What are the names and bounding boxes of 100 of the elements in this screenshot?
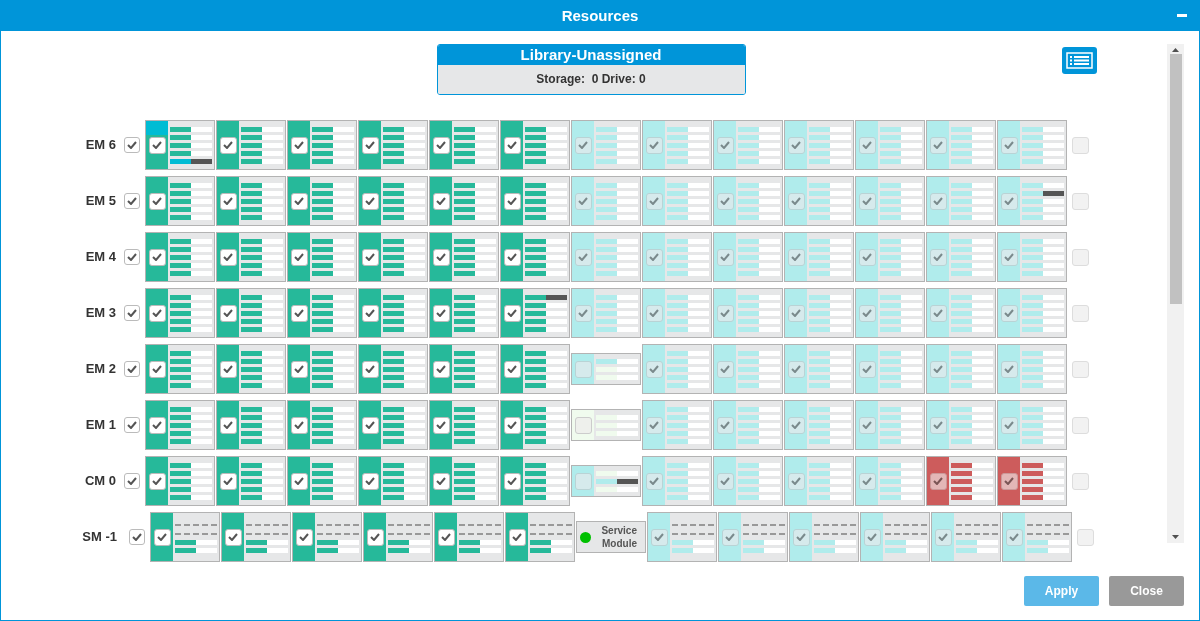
module-checkbox[interactable]	[787, 304, 805, 322]
row-checkbox[interactable]	[129, 529, 145, 545]
module-checkbox[interactable]	[721, 528, 739, 546]
module-checkbox[interactable]	[1000, 360, 1018, 378]
storage-module[interactable]	[571, 465, 641, 497]
module-checkbox[interactable]	[645, 248, 663, 266]
module-checkbox[interactable]	[503, 136, 521, 154]
service-module[interactable]: Service Module	[576, 521, 646, 553]
module-checkbox[interactable]	[929, 416, 947, 434]
module-checkbox[interactable]	[645, 304, 663, 322]
module-checkbox[interactable]	[366, 528, 384, 546]
row-checkbox[interactable]	[124, 473, 140, 489]
module-checkbox[interactable]	[787, 248, 805, 266]
module-checkbox[interactable]	[290, 248, 308, 266]
module-checkbox[interactable]	[432, 360, 450, 378]
module-checkbox[interactable]	[645, 136, 663, 154]
row-end-checkbox[interactable]	[1072, 192, 1089, 210]
scrollbar[interactable]	[1167, 44, 1184, 543]
module-checkbox[interactable]	[219, 248, 237, 266]
apply-button[interactable]: Apply	[1024, 576, 1099, 606]
module-checkbox[interactable]	[716, 416, 734, 434]
module-checkbox[interactable]	[787, 472, 805, 490]
close-button[interactable]: Close	[1109, 576, 1184, 606]
list-view-icon[interactable]	[1062, 47, 1097, 74]
module-checkbox[interactable]	[219, 304, 237, 322]
module-checkbox[interactable]	[361, 304, 379, 322]
module-checkbox[interactable]	[858, 136, 876, 154]
module-checkbox[interactable]	[716, 136, 734, 154]
module-checkbox[interactable]	[650, 528, 668, 546]
module-checkbox[interactable]	[574, 360, 592, 378]
module-checkbox[interactable]	[290, 472, 308, 490]
module-checkbox[interactable]	[1005, 528, 1023, 546]
module-checkbox[interactable]	[148, 416, 166, 434]
module-checkbox[interactable]	[645, 360, 663, 378]
module-checkbox[interactable]	[858, 304, 876, 322]
module-checkbox[interactable]	[574, 472, 592, 490]
module-checkbox[interactable]	[432, 192, 450, 210]
module-checkbox[interactable]	[716, 360, 734, 378]
module-checkbox[interactable]	[361, 360, 379, 378]
module-checkbox[interactable]	[361, 192, 379, 210]
module-checkbox[interactable]	[432, 472, 450, 490]
module-checkbox[interactable]	[148, 472, 166, 490]
module-checkbox[interactable]	[361, 136, 379, 154]
module-checkbox[interactable]	[290, 416, 308, 434]
module-checkbox[interactable]	[574, 248, 592, 266]
storage-module[interactable]	[145, 120, 215, 170]
module-checkbox[interactable]	[148, 248, 166, 266]
module-checkbox[interactable]	[574, 192, 592, 210]
module-checkbox[interactable]	[858, 248, 876, 266]
module-checkbox[interactable]	[1000, 192, 1018, 210]
module-checkbox[interactable]	[219, 472, 237, 490]
module-checkbox[interactable]	[508, 528, 526, 546]
module-checkbox[interactable]	[503, 192, 521, 210]
module-checkbox[interactable]	[437, 528, 455, 546]
module-checkbox[interactable]	[148, 304, 166, 322]
storage-module[interactable]	[997, 176, 1067, 226]
module-checkbox[interactable]	[792, 528, 810, 546]
module-checkbox[interactable]	[148, 192, 166, 210]
module-checkbox[interactable]	[716, 248, 734, 266]
module-checkbox[interactable]	[432, 304, 450, 322]
row-end-checkbox[interactable]	[1077, 528, 1094, 546]
module-checkbox[interactable]	[1000, 136, 1018, 154]
module-checkbox[interactable]	[503, 472, 521, 490]
module-checkbox[interactable]	[148, 136, 166, 154]
scroll-up-icon[interactable]	[1172, 48, 1179, 52]
row-end-checkbox[interactable]	[1072, 472, 1089, 490]
module-checkbox[interactable]	[361, 472, 379, 490]
module-checkbox[interactable]	[1000, 248, 1018, 266]
module-checkbox[interactable]	[574, 416, 592, 434]
module-checkbox[interactable]	[1000, 416, 1018, 434]
module-checkbox[interactable]	[432, 416, 450, 434]
module-checkbox[interactable]	[503, 416, 521, 434]
module-checkbox[interactable]	[361, 248, 379, 266]
module-checkbox[interactable]	[929, 472, 947, 490]
module-checkbox[interactable]	[219, 360, 237, 378]
row-checkbox[interactable]	[124, 361, 140, 377]
module-checkbox[interactable]	[858, 192, 876, 210]
module-checkbox[interactable]	[787, 360, 805, 378]
scroll-down-icon[interactable]	[1172, 535, 1179, 539]
module-checkbox[interactable]	[290, 192, 308, 210]
module-checkbox[interactable]	[1000, 472, 1018, 490]
module-checkbox[interactable]	[574, 304, 592, 322]
module-checkbox[interactable]	[295, 528, 313, 546]
row-end-checkbox[interactable]	[1072, 136, 1089, 154]
module-checkbox[interactable]	[858, 360, 876, 378]
row-checkbox[interactable]	[124, 417, 140, 433]
module-checkbox[interactable]	[934, 528, 952, 546]
module-checkbox[interactable]	[929, 192, 947, 210]
module-checkbox[interactable]	[361, 416, 379, 434]
module-checkbox[interactable]	[929, 360, 947, 378]
module-checkbox[interactable]	[290, 136, 308, 154]
row-end-checkbox[interactable]	[1072, 304, 1089, 322]
module-checkbox[interactable]	[219, 192, 237, 210]
row-checkbox[interactable]	[124, 193, 140, 209]
module-checkbox[interactable]	[716, 192, 734, 210]
module-checkbox[interactable]	[645, 192, 663, 210]
module-checkbox[interactable]	[574, 136, 592, 154]
module-checkbox[interactable]	[290, 360, 308, 378]
row-checkbox[interactable]	[124, 137, 140, 153]
module-checkbox[interactable]	[503, 360, 521, 378]
